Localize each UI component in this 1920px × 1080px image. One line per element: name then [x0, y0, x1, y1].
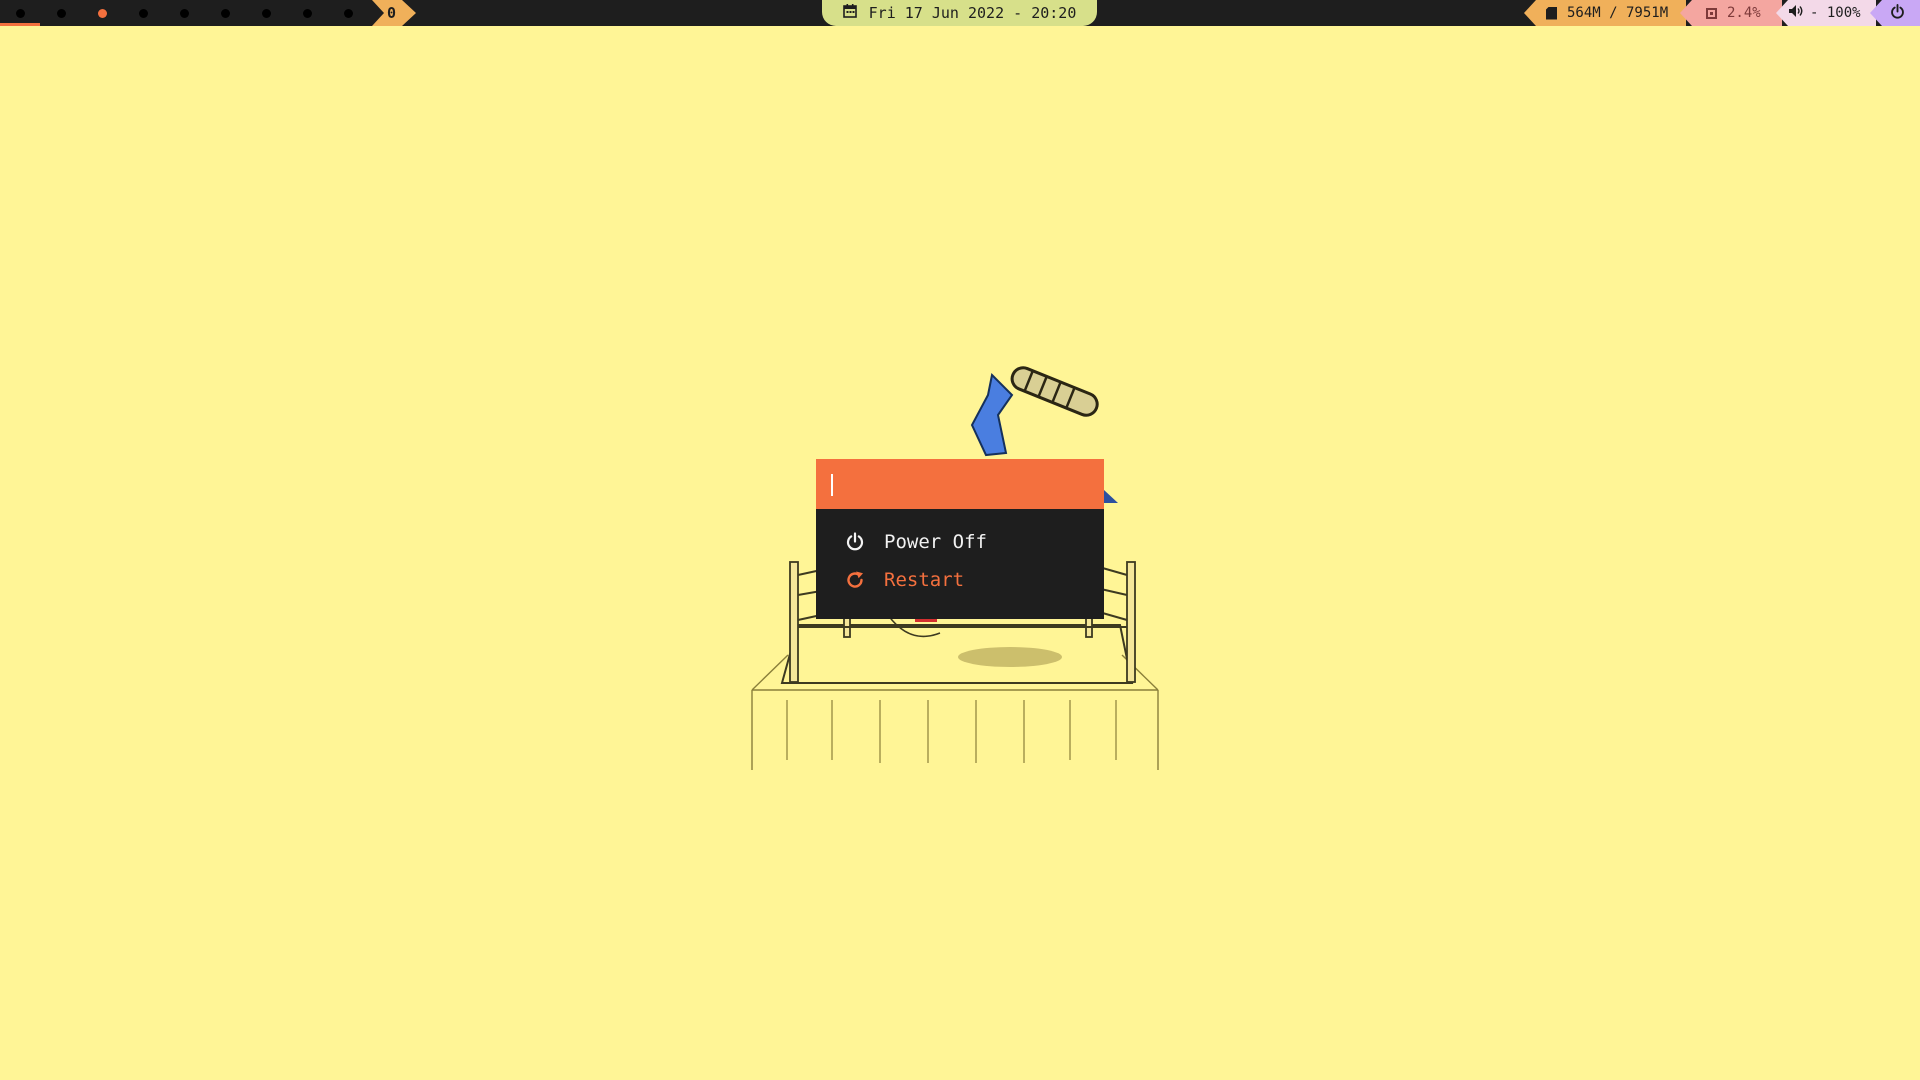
workspace-dot — [261, 8, 271, 18]
cpu-text: 2.4% — [1727, 5, 1761, 21]
top-bar: 0 Fri 17 Jun 2022 - 20:20 564M / 7951M 2… — [0, 0, 1920, 26]
workspace-underline — [0, 23, 40, 26]
cpu-widget[interactable]: 2.4% — [1680, 0, 1782, 26]
refresh-icon — [844, 569, 866, 591]
workspace-dot — [343, 8, 353, 18]
ring-shadow — [958, 647, 1062, 667]
power-menu-button[interactable] — [1870, 0, 1920, 26]
power-icon — [844, 531, 866, 553]
power-off-item[interactable]: Power Off — [816, 523, 1104, 561]
memory-text: 564M / 7951M — [1567, 5, 1669, 21]
workspace-4[interactable] — [123, 0, 163, 26]
calendar-icon — [842, 4, 857, 22]
layout-label: 0 — [387, 4, 397, 22]
clock-text: Fri 17 Jun 2022 - 20:20 — [868, 4, 1077, 22]
workspace-2[interactable] — [41, 0, 81, 26]
workspace-dot — [220, 8, 230, 18]
stage-base — [751, 654, 1159, 770]
power-off-label: Power Off — [884, 531, 987, 553]
workspace-dot — [179, 8, 189, 18]
workspace-dot — [138, 8, 148, 18]
workspace-5[interactable] — [164, 0, 204, 26]
restart-label: Restart — [884, 569, 965, 591]
launcher-menu: Power Off Restart — [816, 509, 1104, 599]
ring-floor — [780, 624, 1134, 684]
memory-widget[interactable]: 564M / 7951M — [1524, 0, 1686, 26]
power-icon — [1890, 3, 1905, 23]
restart-item[interactable]: Restart — [816, 561, 1104, 599]
text-caret — [831, 474, 833, 496]
layout-indicator[interactable]: 0 — [372, 0, 416, 26]
workspace-1[interactable] — [0, 0, 40, 26]
workspace-dot — [302, 8, 312, 18]
workspace-9[interactable] — [328, 0, 368, 26]
workspace-dot — [56, 8, 66, 18]
workspace-8[interactable] — [287, 0, 327, 26]
launcher-prompt[interactable] — [816, 459, 1104, 509]
workspace-3[interactable] — [82, 0, 122, 26]
workspace-7[interactable] — [246, 0, 286, 26]
workspace-6[interactable] — [205, 0, 245, 26]
clock-widget[interactable]: Fri 17 Jun 2022 - 20:20 — [822, 0, 1097, 26]
speaker-icon — [1788, 4, 1804, 22]
workspace-dot-active — [97, 8, 107, 18]
volume-text: - 100% — [1810, 5, 1861, 21]
volume-widget[interactable]: - 100% — [1776, 0, 1876, 26]
power-menu-launcher: Power Off Restart — [816, 459, 1104, 619]
cpu-icon — [1706, 7, 1717, 19]
sd-card-icon — [1546, 6, 1557, 20]
workspace-dot — [15, 8, 25, 18]
